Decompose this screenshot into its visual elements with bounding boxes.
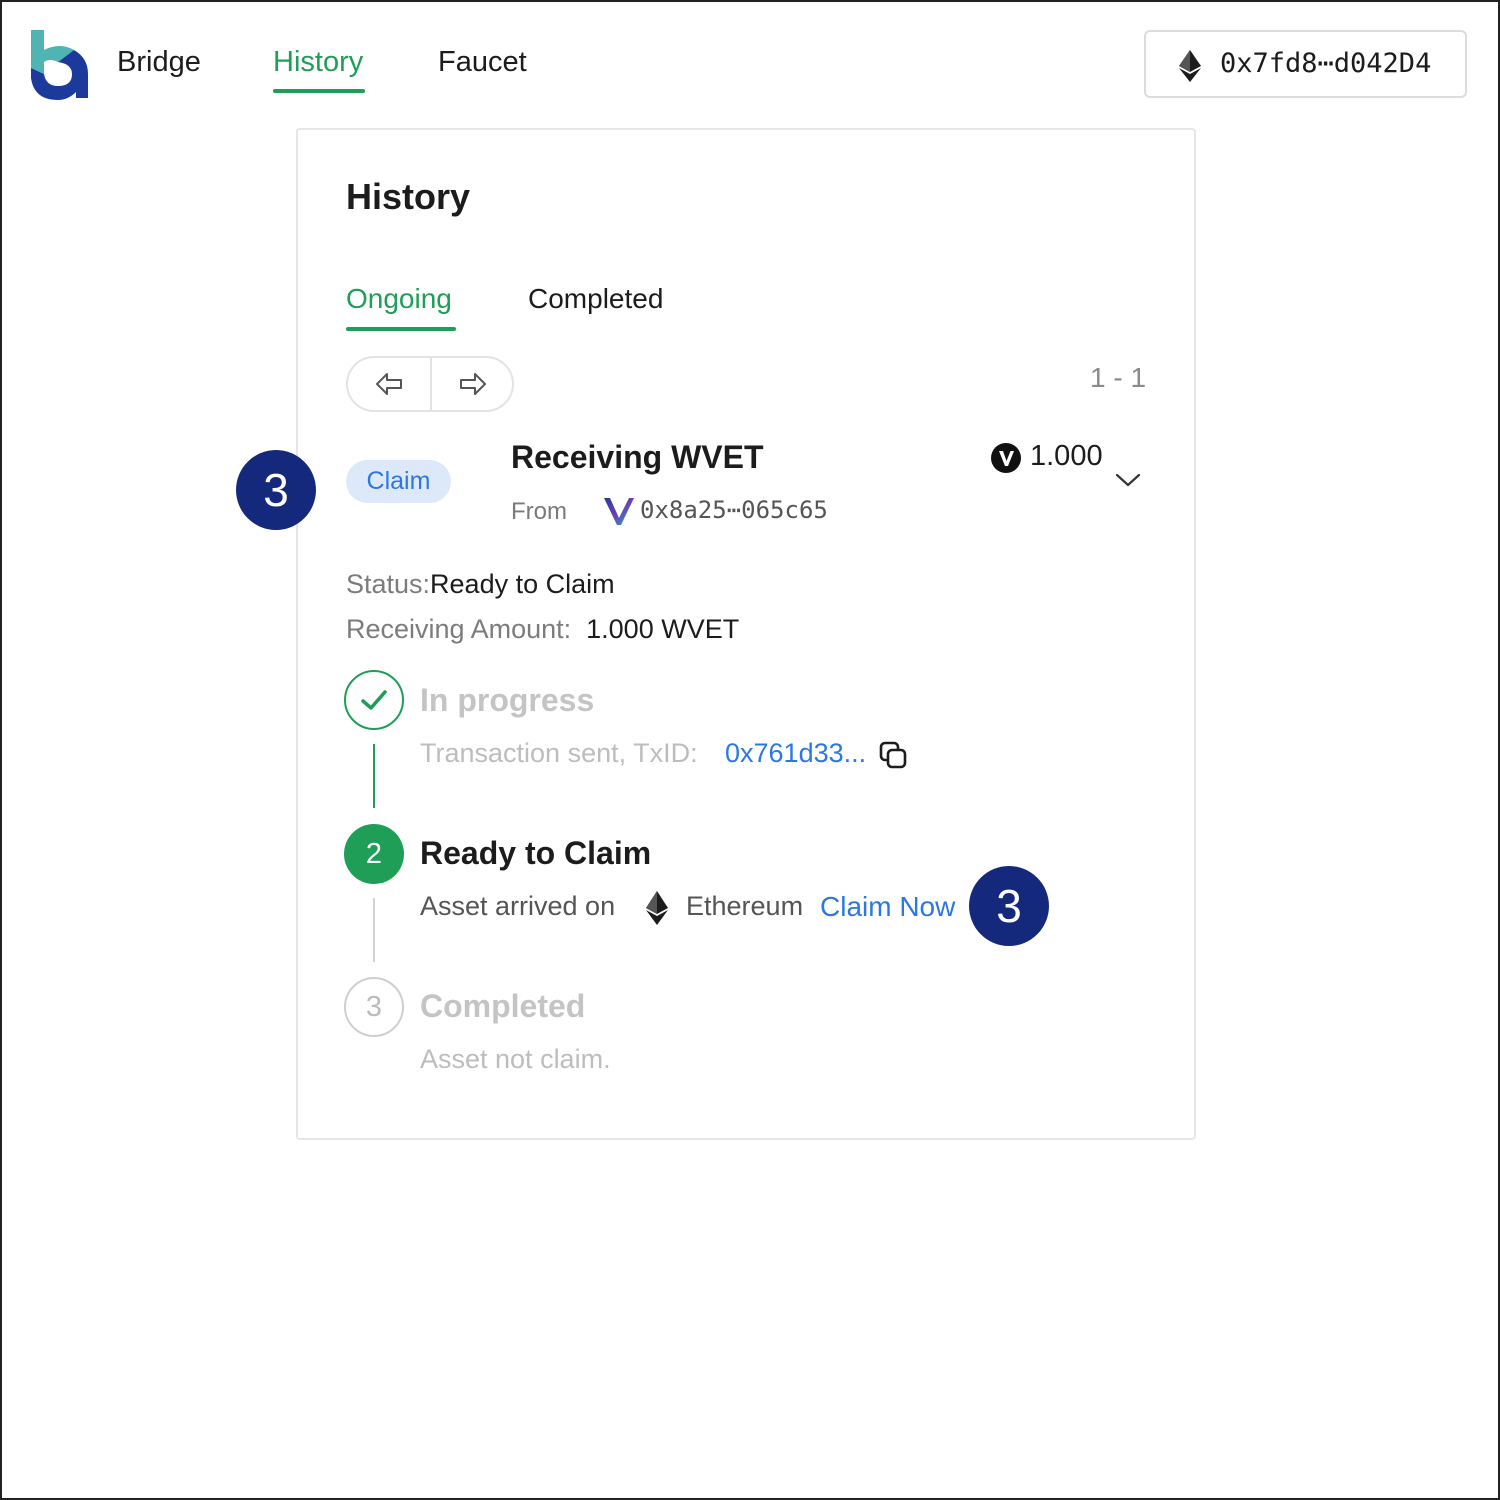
step-3-marker: 3 [344,977,404,1037]
wallet-button[interactable]: 0x7fd8⋯d042D4 [1144,30,1467,98]
transaction-amount: 1.000 [1030,440,1103,472]
prev-page-button[interactable] [348,358,430,410]
page-title: History [346,176,471,217]
copy-icon[interactable] [878,740,908,770]
ethereum-icon [646,891,668,925]
annotation-marker: 3 [236,450,316,530]
receiving-amount-value: 1.000 WVET [586,614,740,644]
receiving-amount-line: Receiving Amount: 1.000 WVET [346,614,739,645]
page-range: 1 - 1 [1090,362,1147,393]
ethereum-icon [1179,50,1201,82]
nav-faucet[interactable]: Faucet [438,46,527,79]
nav-active-indicator [273,89,365,93]
arrow-left-icon [376,373,402,395]
chevron-down-icon[interactable] [1114,470,1142,490]
from-label: From [511,498,567,525]
status-label: Status: [346,569,431,599]
receiving-amount-label: Receiving Amount: [346,614,572,644]
claim-now-link[interactable]: Claim Now [820,891,955,923]
next-page-button[interactable] [432,358,514,410]
wallet-address: 0x7fd8⋯d042D4 [1220,48,1432,79]
from-address: 0x8a25⋯065c65 [640,496,828,524]
nav-history[interactable]: History [273,46,363,79]
step-connector [373,744,375,808]
claim-badge[interactable]: Claim [346,460,451,503]
step-2-description: Asset arrived on [420,891,616,921]
pagination-control [346,356,514,412]
tab-completed[interactable]: Completed [528,283,663,315]
step-1-title: In progress [420,682,595,718]
step-1-marker [344,670,404,730]
txid-link[interactable]: 0x761d33... [725,738,866,769]
nav-bridge[interactable]: Bridge [117,46,201,79]
step-3-description: Asset not claim. [420,1044,611,1074]
tab-ongoing[interactable]: Ongoing [346,283,452,315]
bridge-logo-icon[interactable] [28,28,90,100]
step-1-description: Transaction sent, TxID: [420,738,698,768]
status-line: Status:Ready to Claim [346,569,615,600]
step-2-marker: 2 [344,824,404,884]
check-icon [361,690,387,710]
step-connector [373,898,375,962]
chain-name: Ethereum [686,891,804,921]
step-2-title: Ready to Claim [420,835,652,871]
vet-token-icon [991,443,1021,473]
arrow-right-icon [460,373,486,395]
vechain-icon [603,496,635,526]
step-3-title: Completed [420,988,586,1024]
annotation-marker: 3 [969,866,1049,946]
status-value: Ready to Claim [430,569,615,599]
tab-active-indicator [346,327,456,331]
transaction-title: Receiving WVET [511,439,764,475]
